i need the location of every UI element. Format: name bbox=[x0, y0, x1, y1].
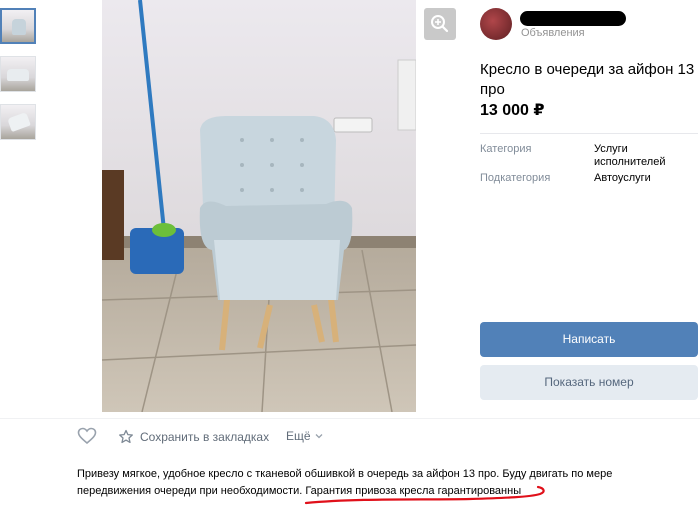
property-label-category: Категория bbox=[480, 143, 532, 155]
thumbnail-2[interactable] bbox=[0, 56, 36, 92]
save-bookmark-label: Сохранить в закладках bbox=[140, 430, 270, 444]
show-phone-button[interactable]: Показать номер bbox=[480, 365, 698, 400]
chair-photo-illustration bbox=[102, 0, 416, 412]
property-value-subcategory[interactable]: Автоуслуги bbox=[594, 172, 694, 185]
zoom-button[interactable] bbox=[424, 8, 456, 40]
star-icon bbox=[119, 429, 133, 444]
heart-icon bbox=[77, 427, 97, 445]
seller-name-redacted[interactable] bbox=[520, 11, 626, 26]
listing-price: 13 000 ₽ bbox=[480, 102, 545, 119]
more-button[interactable]: Ещё bbox=[286, 429, 324, 443]
description-highlight: Гарантия привоза кресла гарантированны bbox=[305, 485, 522, 497]
thumbnail-1[interactable] bbox=[0, 8, 36, 44]
write-button[interactable]: Написать bbox=[480, 322, 698, 357]
action-bar: Сохранить в закладках Ещё bbox=[0, 418, 700, 453]
thumbnail-3[interactable] bbox=[0, 104, 36, 140]
thumbnail-image bbox=[12, 19, 26, 35]
property-value-category[interactable]: Услуги исполнителей bbox=[594, 143, 694, 169]
listing-title: Кресло в очереди за айфон 13 про bbox=[480, 61, 695, 98]
chevron-down-icon bbox=[315, 434, 323, 439]
seller-subtitle: Объявления bbox=[521, 27, 585, 39]
avatar[interactable] bbox=[480, 8, 512, 40]
property-label-subcategory: Подкатегория bbox=[480, 172, 551, 184]
more-label: Ещё bbox=[286, 429, 311, 443]
save-bookmark-button[interactable]: Сохранить в закладках bbox=[118, 429, 269, 445]
main-photo[interactable] bbox=[102, 0, 416, 412]
divider bbox=[480, 133, 698, 134]
zoom-in-icon bbox=[431, 15, 449, 33]
seller-info[interactable]: Объявления bbox=[480, 8, 695, 40]
thumbnail-strip bbox=[0, 8, 40, 152]
thumbnail-image bbox=[7, 112, 31, 132]
thumbnail-image bbox=[7, 69, 29, 81]
listing-description: Привезу мягкое, удобное кресло с тканево… bbox=[77, 466, 637, 500]
like-button[interactable] bbox=[77, 427, 97, 445]
